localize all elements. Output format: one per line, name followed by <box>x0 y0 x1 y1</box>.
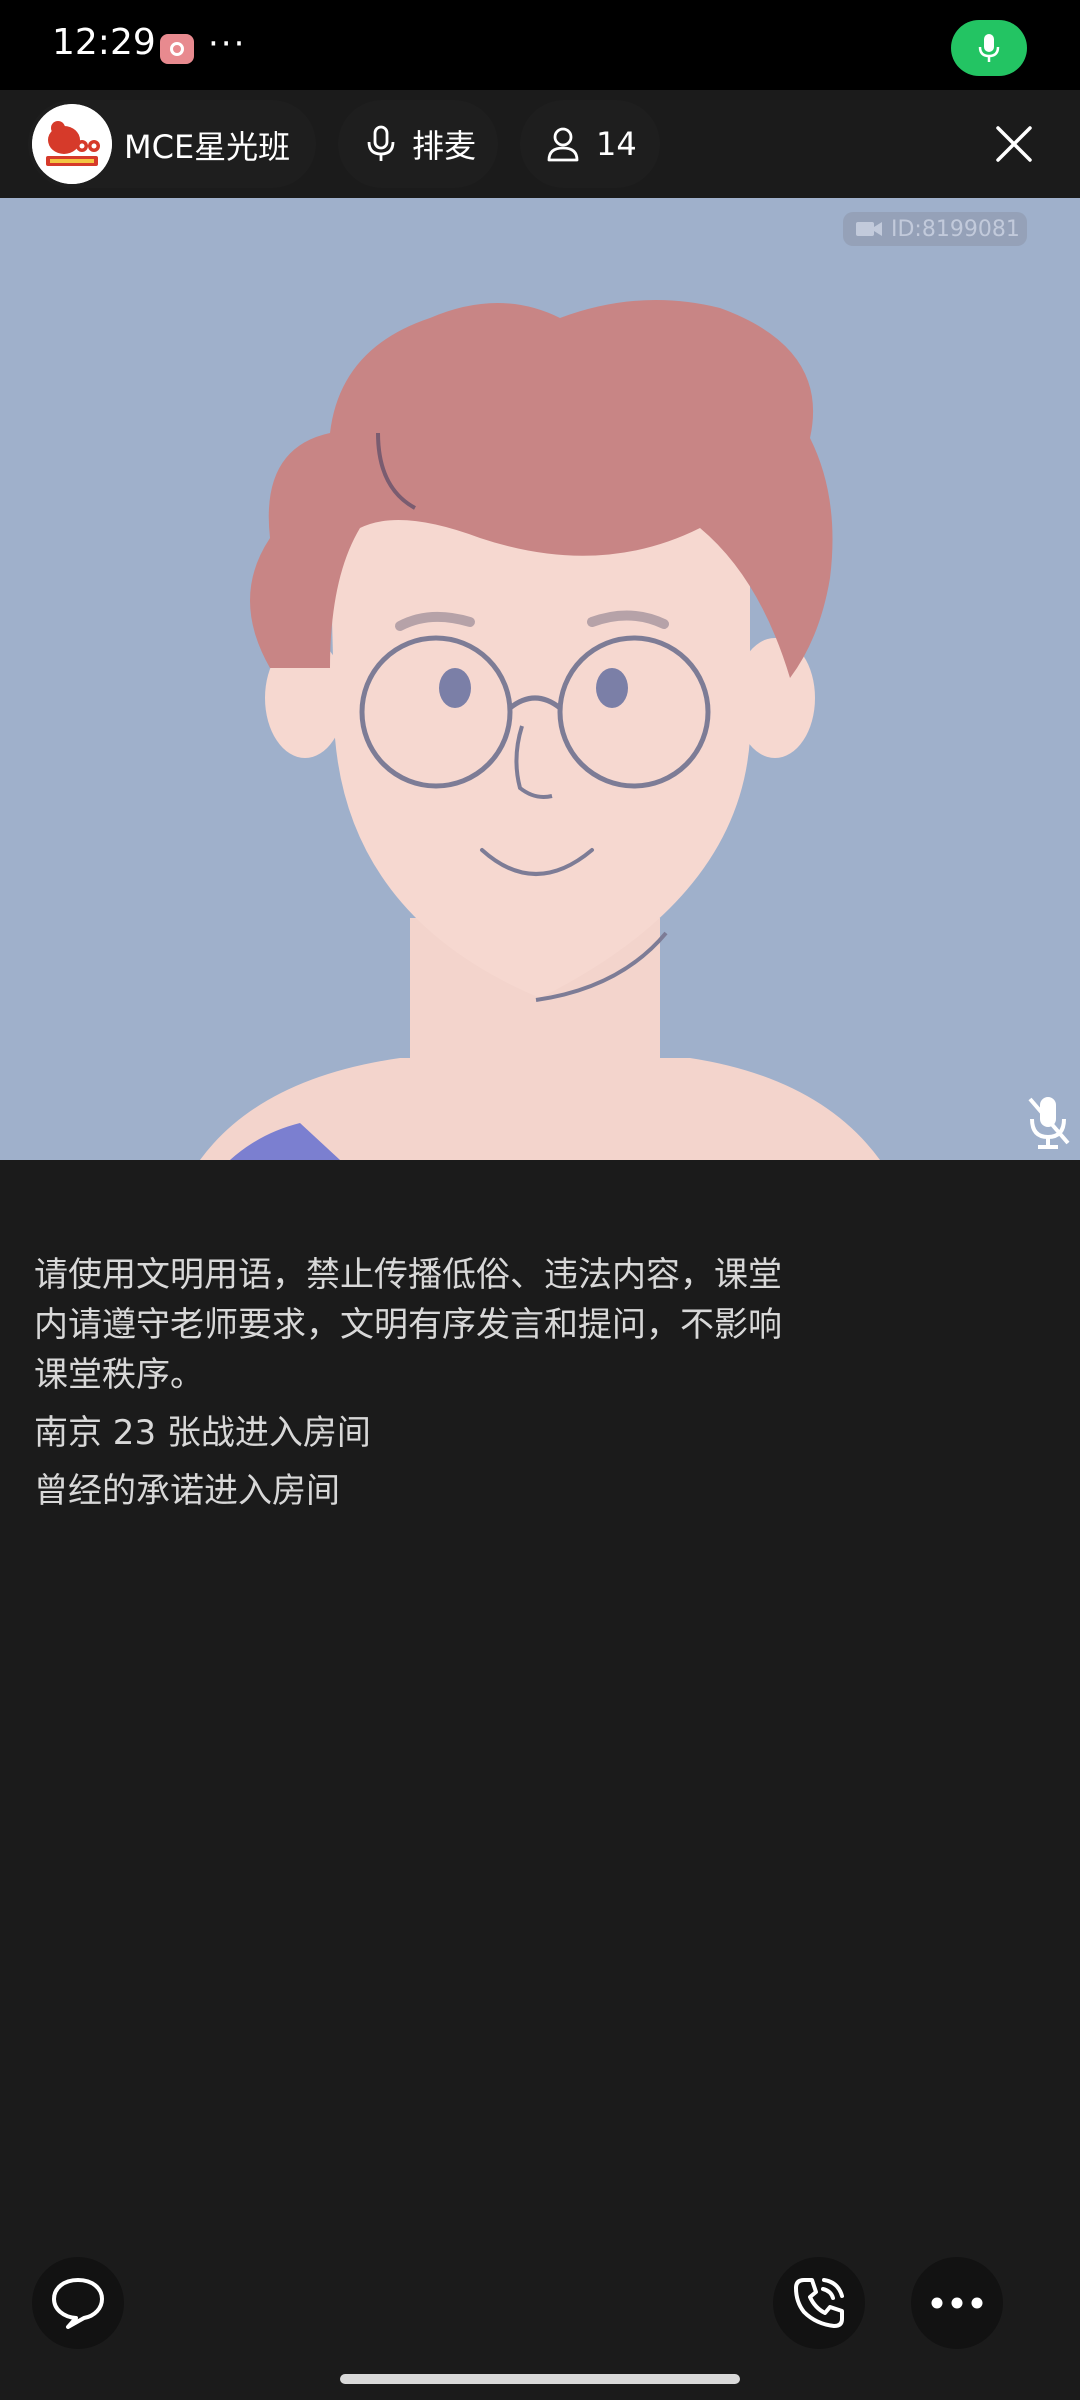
active-mic-indicator[interactable] <box>951 20 1027 76</box>
chat-bubble-icon <box>52 2278 104 2329</box>
home-indicator[interactable] <box>340 2374 740 2384</box>
chat-message: 南京 23 张战进入房间 <box>34 1413 371 1453</box>
default-avatar-illustration <box>200 300 880 1160</box>
video-camera-icon <box>856 222 882 236</box>
video-id-badge: ID:8199081 <box>843 212 1027 246</box>
queue-mic-button[interactable]: 排麦 <box>338 100 498 188</box>
close-button[interactable] <box>988 118 1040 170</box>
mic-off-icon <box>1028 1097 1070 1149</box>
mic-icon <box>978 34 1000 62</box>
status-bar: 12:29 ··· <box>0 0 1080 90</box>
person-icon <box>547 127 579 162</box>
member-count: 14 <box>596 125 637 163</box>
members-button[interactable]: 14 <box>520 100 660 188</box>
queue-label: 排麦 <box>412 127 477 165</box>
channel-avatar <box>32 104 112 184</box>
close-icon <box>996 126 1032 162</box>
mic-icon <box>367 125 395 161</box>
chat-button[interactable] <box>32 2257 124 2349</box>
phone-icon <box>794 2278 844 2328</box>
call-button[interactable] <box>773 2257 865 2349</box>
more-options-button[interactable] <box>911 2257 1003 2349</box>
video-feed[interactable]: ID:8199081 <box>0 198 1080 1160</box>
notification-app-icon <box>160 34 194 64</box>
chat-notice: 请使用文明用语，禁止传播低俗、违法内容，课堂内请遵守老师要求，文明有序发言和提问… <box>34 1255 782 1395</box>
room-header: MCE星光班 排麦 14 <box>0 90 1080 198</box>
chat-area: 请使用文明用语，禁止传播低俗、违法内容，课堂内请遵守老师要求，文明有序发言和提问… <box>34 1250 814 1524</box>
mic-muted-indicator <box>1024 1093 1074 1151</box>
status-time: 12:29 <box>52 22 156 63</box>
video-id-text: ID:8199081 <box>891 216 1020 242</box>
chat-message: 曾经的承诺进入房间 <box>34 1471 340 1511</box>
status-more-dots: ··· <box>208 24 247 64</box>
channel-info-button[interactable]: MCE星光班 <box>28 100 316 188</box>
more-icon <box>931 2297 983 2309</box>
channel-name: MCE星光班 <box>124 128 291 166</box>
